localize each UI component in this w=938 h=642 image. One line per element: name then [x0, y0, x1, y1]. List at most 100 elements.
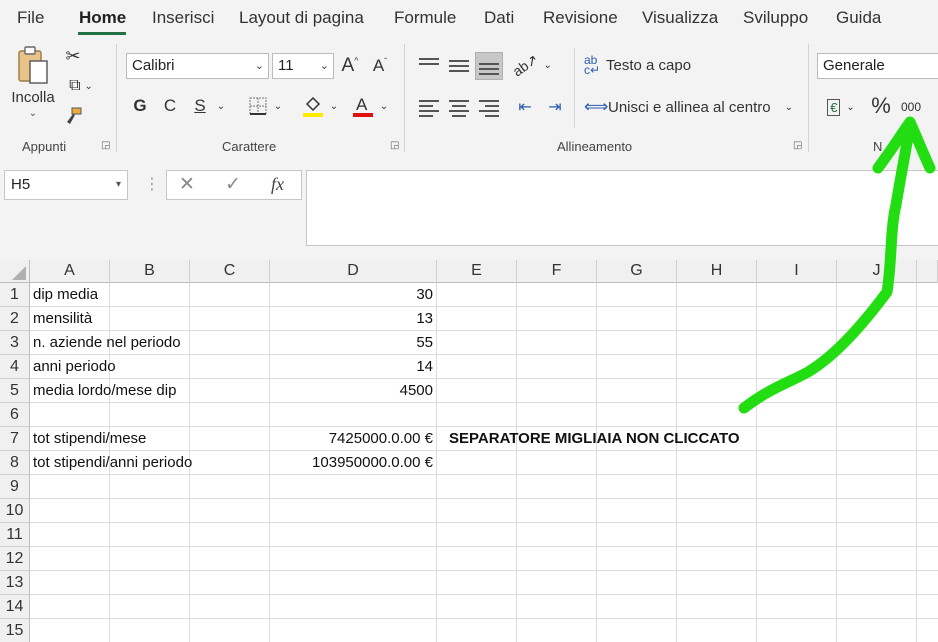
cell-a7[interactable]: tot stipendi/mese — [33, 427, 146, 451]
row-header[interactable]: 14 — [0, 595, 30, 619]
column-header-b[interactable]: B — [110, 260, 190, 283]
merge-center-button[interactable]: ⟺ Unisci e allinea al centro ⌄ — [584, 94, 798, 120]
tab-dati[interactable]: Dati — [484, 8, 514, 28]
row-header[interactable]: 2 — [0, 307, 30, 331]
borders-icon — [249, 97, 267, 115]
underline-dropdown-icon[interactable]: ⌄ — [214, 94, 228, 118]
number-format-select[interactable]: Generale — [817, 53, 938, 79]
decrease-indent-button[interactable]: ⇤ — [512, 94, 538, 120]
gridline — [30, 498, 938, 499]
cell-e7[interactable]: SEPARATORE MIGLIAIA NON CLICCATO — [449, 427, 740, 451]
clipboard-group-label: Appunti — [22, 139, 67, 154]
borders-button[interactable]: ⌄ — [242, 94, 288, 118]
brush-icon — [67, 107, 82, 124]
column-header-d[interactable]: D — [270, 260, 437, 283]
select-all-button[interactable] — [0, 260, 30, 283]
gridline — [836, 283, 837, 642]
row-header[interactable]: 15 — [0, 619, 30, 642]
font-color-button[interactable]: A ⌄ — [348, 92, 392, 120]
format-painter-button[interactable] — [62, 104, 84, 128]
clipboard-launcher-icon[interactable]: ◲ — [101, 140, 110, 151]
cell-a5[interactable]: media lordo/mese dip — [33, 379, 176, 403]
cut-button[interactable]: ✂ — [62, 44, 84, 68]
cell-d3[interactable]: 55 — [270, 331, 433, 355]
font-launcher-icon[interactable]: ◲ — [390, 140, 399, 151]
formula-bar: H5 ▾ ⋮ ✕ ✓ fx — [0, 156, 938, 260]
tab-formule[interactable]: Formule — [394, 8, 456, 28]
row-header[interactable]: 12 — [0, 547, 30, 571]
select-all-triangle-icon — [12, 266, 26, 280]
row-header[interactable]: 8 — [0, 451, 30, 475]
wrap-text-button[interactable]: ab c↵ Testo a capo — [584, 52, 704, 78]
row-header[interactable]: 3 — [0, 331, 30, 355]
check-icon[interactable]: ✓ — [225, 173, 241, 196]
orientation-button[interactable]: ab↗ ⌄ — [510, 50, 552, 79]
column-header-i[interactable]: I — [757, 260, 837, 283]
align-bottom-button[interactable] — [475, 52, 503, 80]
cell-d8[interactable]: 103950000.0.00 € — [270, 451, 433, 475]
fx-icon[interactable]: fx — [271, 174, 284, 195]
row-header[interactable]: 10 — [0, 499, 30, 523]
cell-d5[interactable]: 4500 — [270, 379, 433, 403]
column-header-a[interactable]: A — [30, 260, 110, 283]
cell-a8[interactable]: tot stipendi/anni periodo — [33, 451, 192, 475]
align-left-button[interactable] — [416, 94, 442, 120]
cell-a4[interactable]: anni periodo — [33, 355, 116, 379]
name-box[interactable]: H5 ▾ — [4, 170, 128, 200]
row-header[interactable]: 1 — [0, 283, 30, 307]
tab-file[interactable]: File — [17, 8, 44, 28]
decrease-font-button[interactable]: Aˇ — [368, 53, 392, 79]
tab-visualizza[interactable]: Visualizza — [642, 8, 718, 28]
row-header[interactable]: 9 — [0, 475, 30, 499]
alignment-launcher-icon[interactable]: ◲ — [793, 140, 802, 151]
increase-indent-button[interactable]: ⇥ — [542, 94, 568, 120]
tab-layout-di-pagina[interactable]: Layout di pagina — [239, 8, 364, 28]
column-header-j[interactable]: J — [837, 260, 917, 283]
align-center-button[interactable] — [446, 94, 472, 120]
column-header-c[interactable]: C — [190, 260, 270, 283]
row-header[interactable]: 13 — [0, 571, 30, 595]
tab-guida[interactable]: Guida — [836, 8, 881, 28]
fill-color-button[interactable]: ⌄ — [298, 92, 342, 120]
paste-button[interactable]: Incolla ⌄ — [8, 44, 58, 120]
drag-handle-icon[interactable]: ⋮ — [144, 174, 160, 194]
column-header-f[interactable]: F — [517, 260, 597, 283]
accounting-format-button[interactable]: € ⌄ — [820, 94, 862, 120]
row-header[interactable]: 7 — [0, 427, 30, 451]
wrap-text-icon: ab c↵ — [584, 53, 601, 77]
tab-sviluppo[interactable]: Sviluppo — [743, 8, 808, 28]
wrap-icon-text2: c — [584, 63, 590, 77]
column-header-e[interactable]: E — [437, 260, 517, 283]
tab-revisione[interactable]: Revisione — [543, 8, 618, 28]
bold-button[interactable]: G — [128, 94, 152, 118]
tab-inserisci[interactable]: Inserisci — [152, 8, 214, 28]
align-right-button[interactable] — [476, 94, 502, 120]
row-header[interactable]: 4 — [0, 355, 30, 379]
align-middle-button[interactable] — [446, 52, 472, 78]
cell-a1[interactable]: dip media — [33, 283, 98, 307]
font-size-select[interactable]: 11 ⌄ — [272, 53, 334, 79]
column-header-h[interactable]: H — [677, 260, 757, 283]
cell-d4[interactable]: 14 — [270, 355, 433, 379]
cell-a3[interactable]: n. aziende nel periodo — [33, 331, 181, 355]
align-top-button[interactable] — [416, 52, 442, 78]
row-header[interactable]: 5 — [0, 379, 30, 403]
cancel-icon[interactable]: ✕ — [179, 173, 195, 196]
thousands-separator-button[interactable]: 000 — [898, 94, 924, 120]
cell-d1[interactable]: 30 — [270, 283, 433, 307]
tab-home[interactable]: Home — [79, 8, 126, 28]
copy-button[interactable]: ⧉ ⌄ — [60, 74, 102, 98]
column-header-g[interactable]: G — [597, 260, 677, 283]
cell-d2[interactable]: 13 — [270, 307, 433, 331]
percent-style-button[interactable]: % — [868, 92, 894, 120]
row-header[interactable]: 6 — [0, 403, 30, 427]
font-name-select[interactable]: Calibri ⌄ — [126, 53, 269, 79]
cell-a2[interactable]: mensilità — [33, 307, 92, 331]
row-header[interactable]: 11 — [0, 523, 30, 547]
increase-font-button[interactable]: A^ — [338, 53, 362, 79]
formula-input[interactable] — [306, 170, 938, 246]
cell-d7[interactable]: 7425000.0.00 € — [270, 427, 433, 451]
italic-button[interactable]: C — [158, 94, 182, 118]
underline-button[interactable]: S — [188, 94, 212, 118]
column-header-k-partial[interactable] — [917, 260, 938, 283]
